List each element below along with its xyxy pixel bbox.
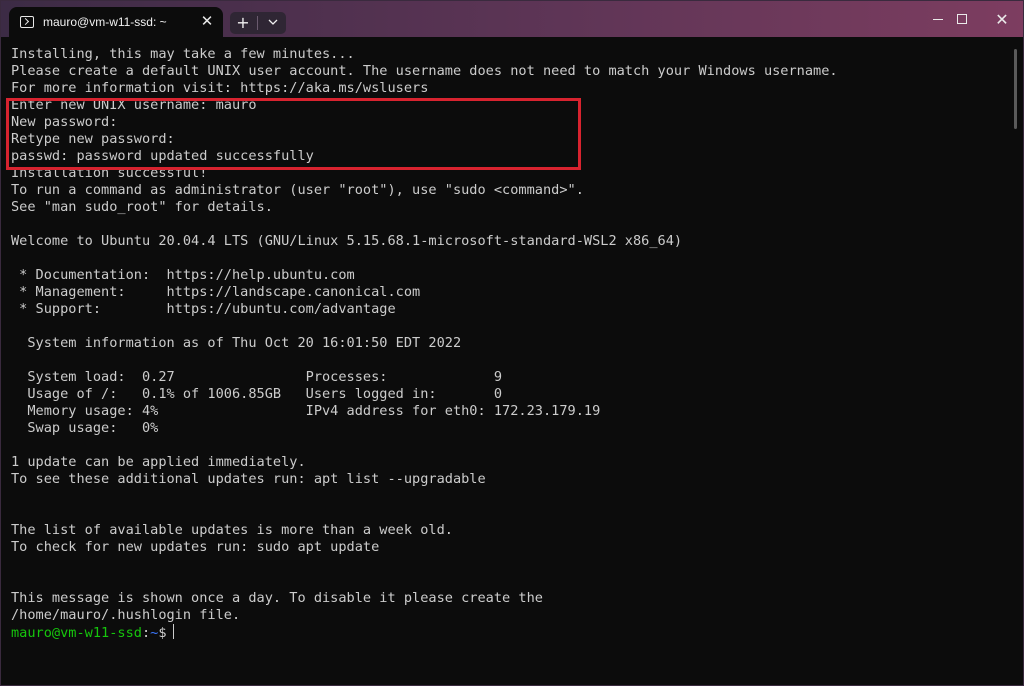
terminal-line: 1 update can be applied immediately. — [11, 454, 306, 470]
terminal-line: This message is shown once a day. To dis… — [11, 590, 543, 606]
terminal-line: * Management: https://landscape.canonica… — [11, 284, 421, 300]
terminal-line: Welcome to Ubuntu 20.04.4 LTS (GNU/Linux… — [11, 233, 683, 249]
tab-close-icon[interactable]: ✕ — [199, 13, 215, 29]
terminal-line: Installing, this may take a few minutes.… — [11, 46, 355, 62]
divider — [257, 16, 258, 30]
tab-dropdown-button[interactable] — [260, 12, 286, 34]
prompt-symbol: $ — [158, 625, 167, 641]
terminal-line: Please create a default UNIX user accoun… — [11, 63, 838, 79]
prompt-colon: : — [141, 625, 151, 641]
terminal-line: To run a command as administrator (user … — [11, 182, 584, 198]
terminal-tab[interactable]: mauro@vm-w11-ssd: ~ ✕ — [9, 7, 223, 37]
terminal-icon — [20, 16, 34, 28]
new-tab-button[interactable]: + — [230, 12, 256, 34]
terminal-line: /home/mauro/.hushlogin file. — [11, 607, 241, 623]
terminal-line: See "man sudo_root" for details. — [11, 199, 273, 215]
scrollbar[interactable] — [1013, 41, 1019, 685]
close-icon: ✕ — [995, 9, 1009, 29]
terminal-line: System load: 0.27 Processes: 9 — [11, 369, 503, 385]
close-button[interactable]: ✕ — [979, 1, 1024, 37]
title-bar[interactable]: mauro@vm-w11-ssd: ~ ✕ + ✕ — [1, 1, 1023, 37]
scrollbar-thumb[interactable] — [1014, 49, 1017, 129]
prompt-line[interactable]: mauro@vm-w11-ssd:~$ — [11, 624, 1011, 641]
terminal-line: To check for new updates run: sudo apt u… — [11, 539, 380, 555]
terminal-line: Memory usage: 4% IPv4 address for eth0: … — [11, 403, 601, 419]
terminal-line: * Documentation: https://help.ubuntu.com — [11, 267, 355, 283]
terminal-line: Usage of /: 0.1% of 1006.85GB Users logg… — [11, 386, 503, 402]
text-cursor — [172, 624, 174, 639]
maximize-icon — [957, 14, 967, 24]
terminal-line: To see these additional updates run: apt… — [11, 471, 486, 487]
highlight-box — [6, 98, 581, 170]
terminal-window: mauro@vm-w11-ssd: ~ ✕ + ✕ Installing, th… — [0, 0, 1024, 686]
terminal-line: * Support: https://ubuntu.com/advantage — [11, 301, 396, 317]
chevron-down-icon — [268, 19, 278, 25]
terminal-line: The list of available updates is more th… — [11, 522, 453, 538]
terminal-line: System information as of Thu Oct 20 16:0… — [11, 335, 462, 351]
terminal-line: For more information visit: https://aka.… — [11, 80, 429, 96]
tab-actions: + — [230, 12, 286, 34]
prompt-user: mauro@vm-w11-ssd — [11, 625, 142, 641]
terminal-line: Swap usage: 0% — [11, 420, 159, 436]
tab-title: mauro@vm-w11-ssd: ~ — [43, 15, 167, 29]
